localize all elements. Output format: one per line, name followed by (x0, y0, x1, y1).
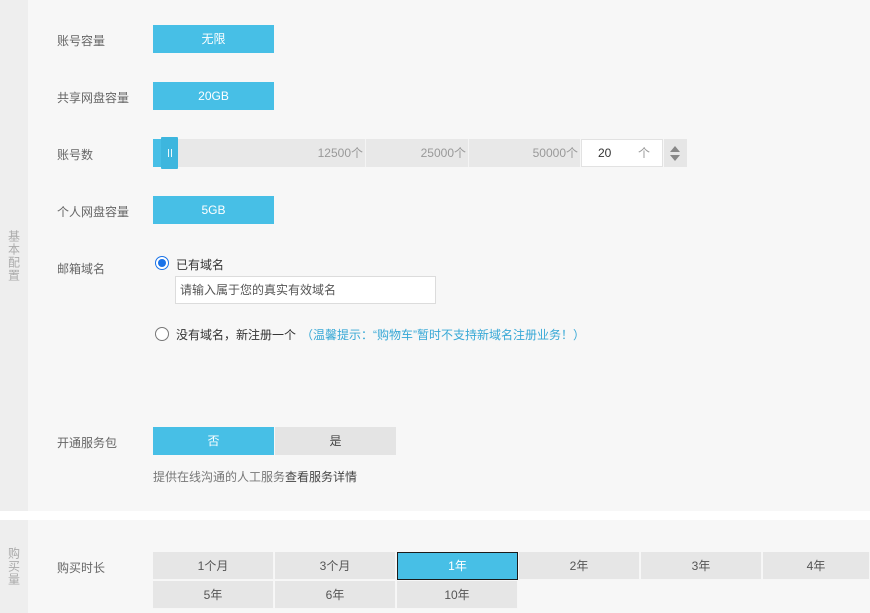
duration-option-2-years[interactable]: 2年 (519, 552, 640, 580)
account-count-value: 20 (598, 146, 612, 160)
radio-have-domain-label[interactable]: 已有域名 (176, 256, 224, 273)
increment-icon[interactable] (670, 146, 680, 152)
duration-label: 购买时长 (57, 561, 106, 575)
duration-option-3-months[interactable]: 3个月 (275, 552, 396, 580)
service-pack-note-text: 提供在线沟通的人工服务 (153, 470, 286, 484)
domain-input[interactable] (175, 276, 436, 304)
duration-option-1-year[interactable]: 1年 (397, 552, 518, 580)
account-count-spinner[interactable] (664, 139, 687, 167)
duration-option-4-years[interactable]: 4年 (763, 552, 870, 580)
account-count-input[interactable]: 20 个 (581, 139, 663, 167)
duration-option-3-years[interactable]: 3年 (641, 552, 762, 580)
personal-disk-value: 5GB (153, 196, 274, 224)
duration-option-10-years[interactable]: 10年 (397, 581, 518, 609)
duration-option-1-month[interactable]: 1个月 (153, 552, 274, 580)
slider-tick-12500: 12500个 (153, 139, 366, 167)
service-pack-yes-button[interactable]: 是 (275, 427, 396, 455)
service-details-link[interactable]: 查看服务详情 (285, 470, 357, 484)
radio-new-domain[interactable] (155, 327, 169, 341)
personal-disk-label: 个人网盘容量 (57, 205, 130, 219)
purchase-side-label: 购买量 (0, 520, 28, 613)
account-count-label: 账号数 (57, 148, 94, 162)
account-capacity-value: 无限 (153, 25, 274, 53)
slider-handle[interactable] (161, 137, 178, 169)
basic-config-side-label: 基本配置 (0, 0, 28, 511)
radio-new-domain-label[interactable]: 没有域名，新注册一个 (176, 326, 296, 343)
duration-option-6-years[interactable]: 6年 (275, 581, 396, 609)
service-pack-note: 提供在线沟通的人工服务查看服务详情 (153, 468, 357, 485)
radio-have-domain[interactable] (155, 256, 169, 270)
shared-disk-label: 共享网盘容量 (57, 91, 130, 105)
shared-disk-value: 20GB (153, 82, 274, 110)
decrement-icon[interactable] (670, 155, 680, 161)
account-count-unit: 个 (637, 146, 650, 160)
account-count-slider[interactable]: 12500个 25000个 50000个 (153, 137, 580, 169)
slider-tick-25000: 25000个 (367, 139, 469, 167)
mail-domain-label: 邮箱域名 (57, 262, 106, 276)
basic-config-section: 基本配置 (0, 0, 870, 511)
domain-hint-text: （温馨提示：“购物车”暂时不支持新域名注册业务！） (301, 328, 585, 342)
service-pack-no-button[interactable]: 否 (153, 427, 274, 455)
slider-tick-50000: 50000个 (532, 146, 578, 160)
duration-option-5-years[interactable]: 5年 (153, 581, 274, 609)
service-pack-label: 开通服务包 (57, 436, 118, 450)
account-capacity-label: 账号容量 (57, 34, 106, 48)
